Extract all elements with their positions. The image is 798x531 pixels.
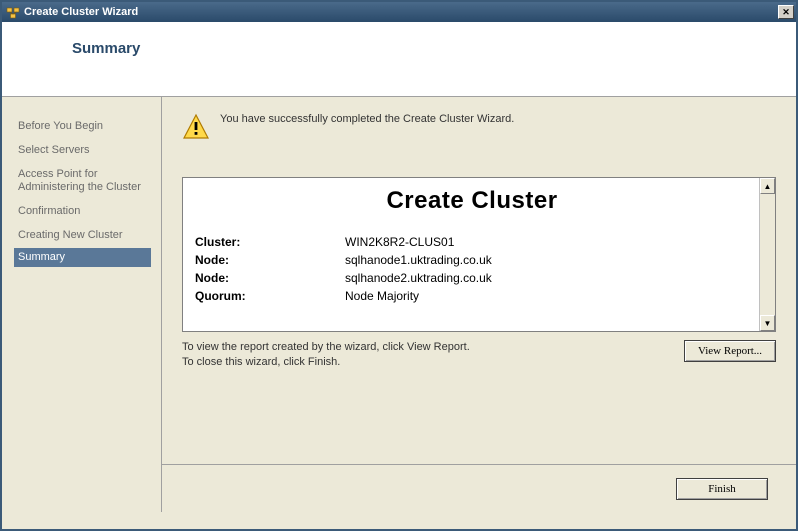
finish-button[interactable]: Finish [676, 478, 768, 500]
step-summary[interactable]: Summary [14, 248, 151, 268]
step-access-point[interactable]: Access Point for Administering the Clust… [16, 163, 151, 201]
warning-icon [182, 113, 210, 141]
report-key: Quorum: [195, 287, 345, 305]
title-bar: Create Cluster Wizard ✕ [2, 2, 796, 22]
wizard-steps-sidebar: Before You Begin Select Servers Access P… [2, 97, 162, 512]
report-key: Cluster: [195, 233, 345, 251]
report-row: Quorum: Node Majority [195, 287, 749, 305]
report-value: sqlhanode2.uktrading.co.uk [345, 269, 749, 287]
step-confirmation[interactable]: Confirmation [16, 200, 151, 224]
report-row: Node: sqlhanode2.uktrading.co.uk [195, 269, 749, 287]
report-value: sqlhanode1.uktrading.co.uk [345, 251, 749, 269]
report-row: Node: sqlhanode1.uktrading.co.uk [195, 251, 749, 269]
report-key: Node: [195, 269, 345, 287]
step-select-servers[interactable]: Select Servers [16, 139, 151, 163]
report-scrollbar[interactable]: ▲ ▼ [759, 178, 775, 331]
report-value: WIN2K8R2-CLUS01 [345, 233, 749, 251]
view-report-button[interactable]: View Report... [684, 340, 776, 362]
report-value: Node Majority [345, 287, 749, 305]
step-before-you-begin[interactable]: Before You Begin [16, 115, 151, 139]
scroll-down-button[interactable]: ▼ [760, 315, 775, 331]
hint-line-2: To close this wizard, click Finish. [182, 355, 674, 370]
page-title: Summary [72, 40, 796, 57]
app-icon [6, 5, 20, 19]
hint-text: To view the report created by the wizard… [182, 340, 674, 370]
report-title: Create Cluster [195, 187, 749, 215]
report-key: Node: [195, 251, 345, 269]
step-creating-new-cluster[interactable]: Creating New Cluster [16, 224, 151, 248]
report-pane: Create Cluster Cluster: WIN2K8R2-CLUS01 … [182, 177, 776, 332]
hint-line-1: To view the report created by the wizard… [182, 340, 674, 355]
success-message: You have successfully completed the Crea… [220, 111, 514, 125]
window-title: Create Cluster Wizard [24, 6, 778, 18]
wizard-header: Summary [2, 22, 796, 97]
scroll-up-button[interactable]: ▲ [760, 178, 775, 194]
close-button[interactable]: ✕ [778, 5, 794, 19]
report-row: Cluster: WIN2K8R2-CLUS01 [195, 233, 749, 251]
